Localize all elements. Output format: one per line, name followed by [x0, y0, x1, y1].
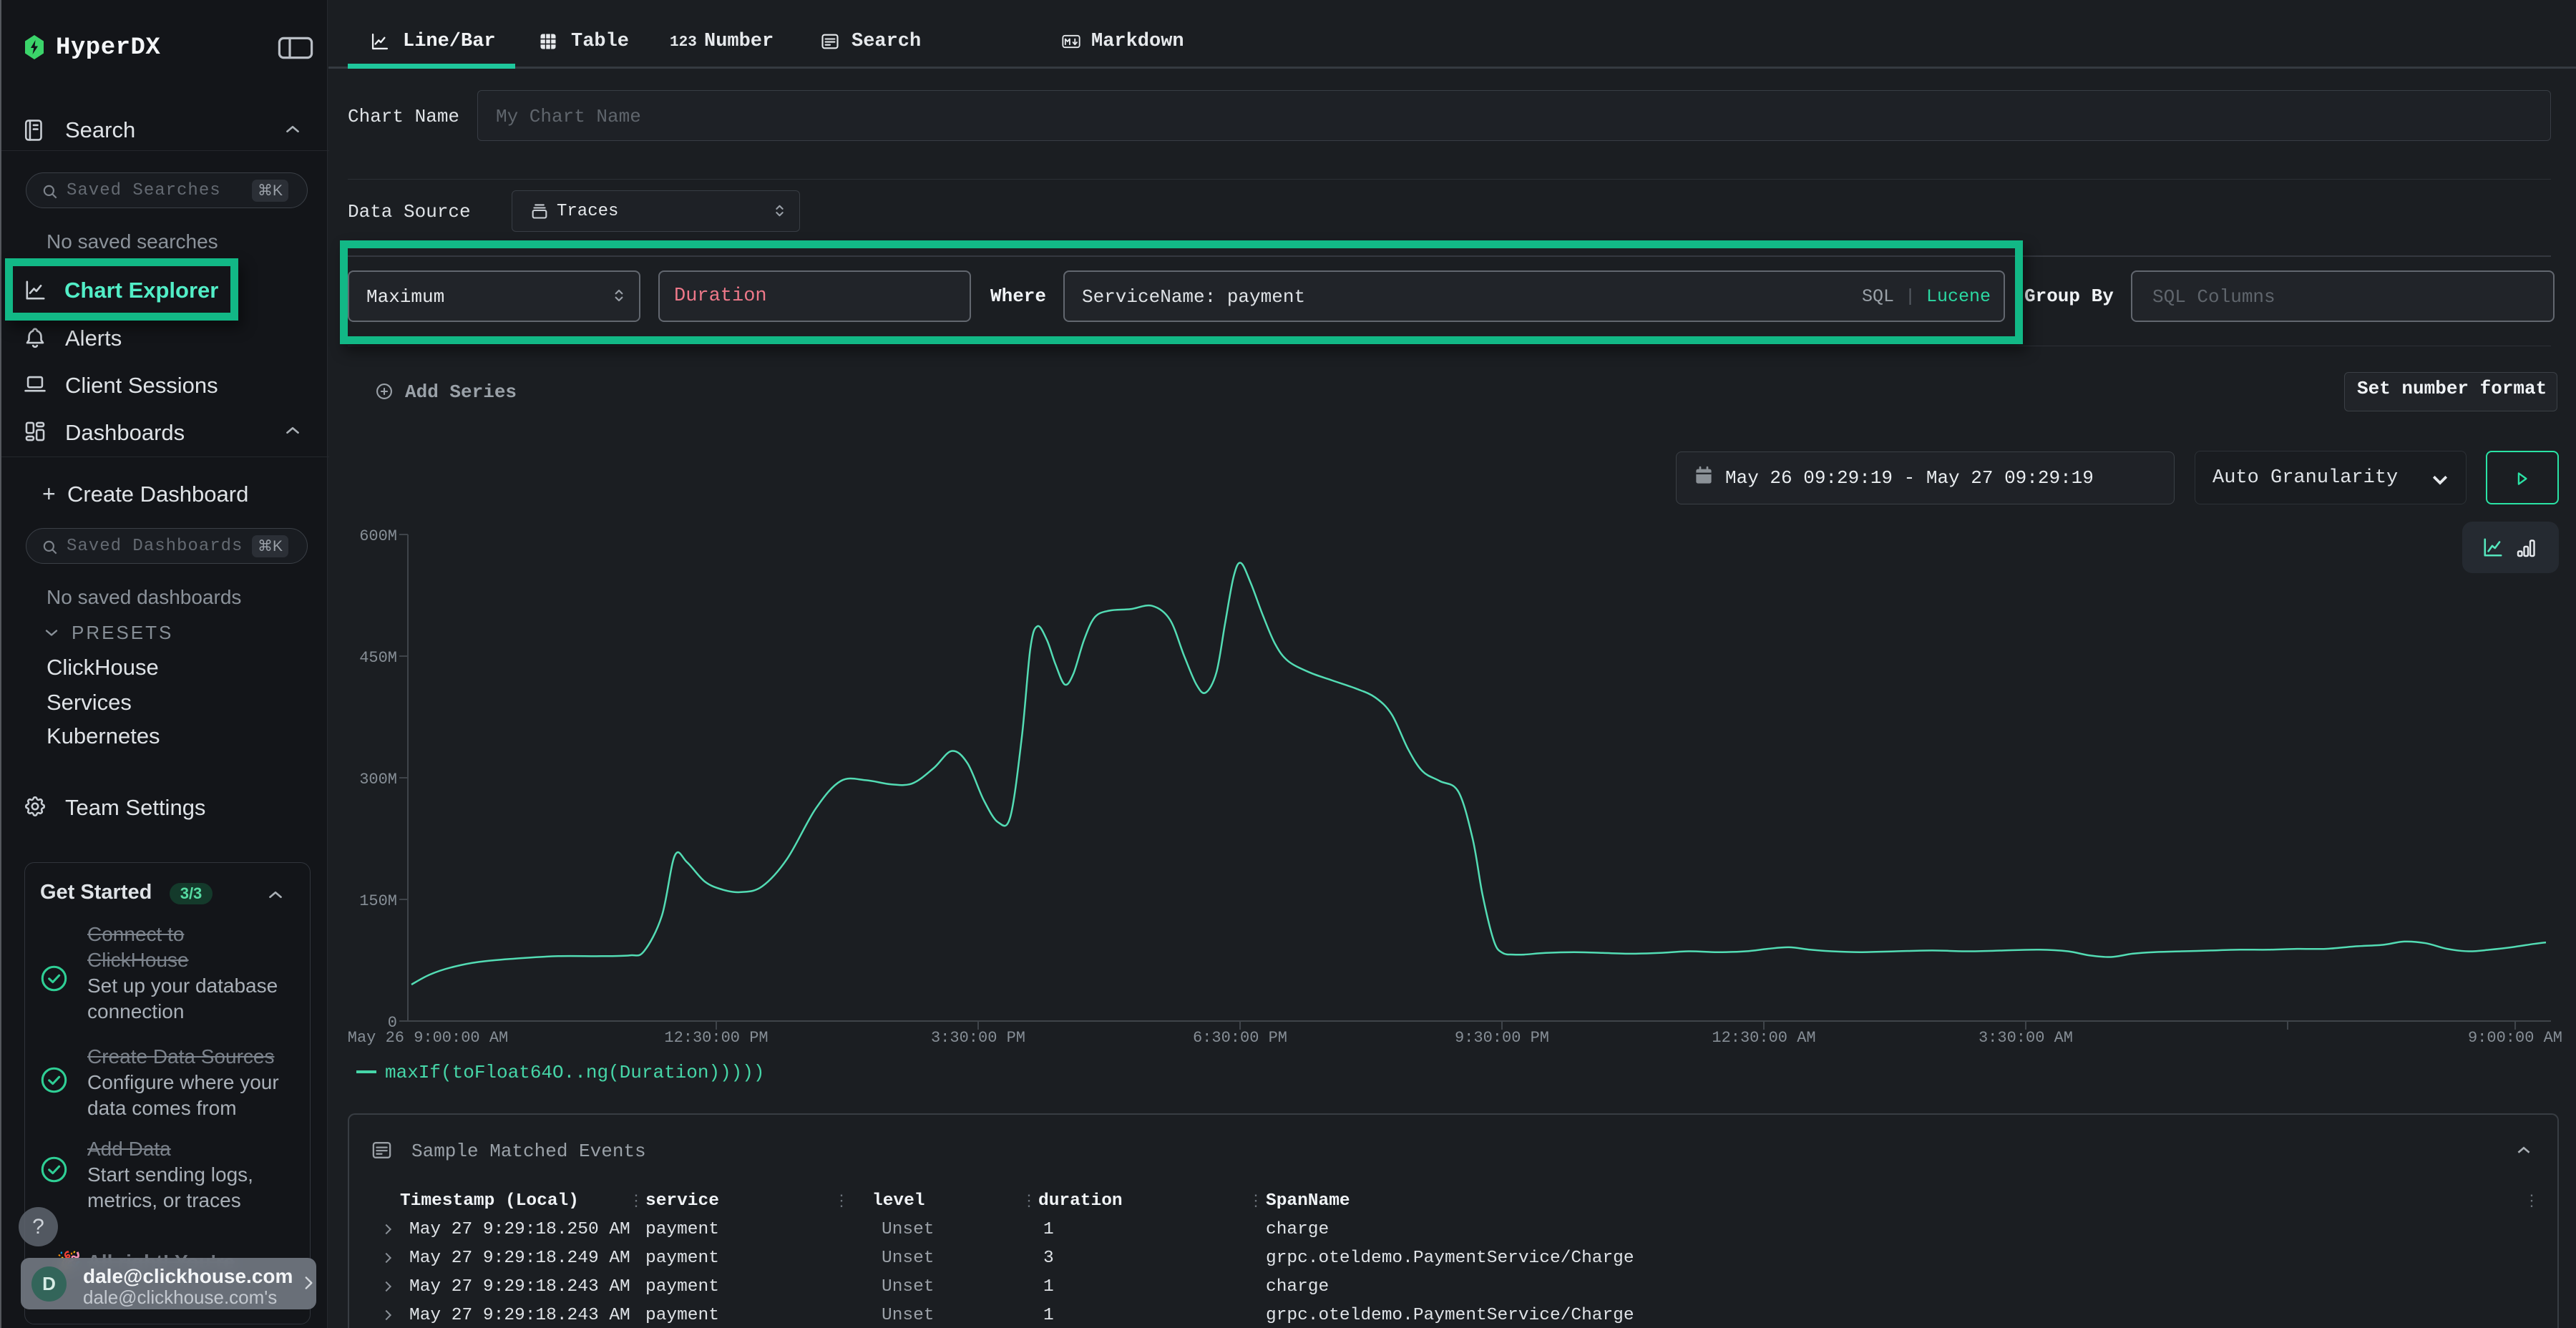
svg-text:12:30:00 AM: 12:30:00 AM [1712, 1029, 1815, 1047]
svg-text:12:30:00 PM: 12:30:00 PM [664, 1029, 768, 1047]
svg-text:3:30:00 PM: 3:30:00 PM [931, 1029, 1025, 1047]
svg-text:300M: 300M [359, 771, 397, 788]
svg-text:3:30:00 AM: 3:30:00 AM [1979, 1029, 2073, 1047]
svg-text:6:30:00 PM: 6:30:00 PM [1193, 1029, 1287, 1047]
svg-text:600M: 600M [359, 527, 397, 545]
svg-text:450M: 450M [359, 649, 397, 667]
svg-text:May 26 9:00:00 AM: May 26 9:00:00 AM [348, 1029, 508, 1047]
svg-text:150M: 150M [359, 892, 397, 910]
svg-text:9:00:00 AM: 9:00:00 AM [2468, 1029, 2562, 1047]
svg-text:9:30:00 PM: 9:30:00 PM [1455, 1029, 1549, 1047]
